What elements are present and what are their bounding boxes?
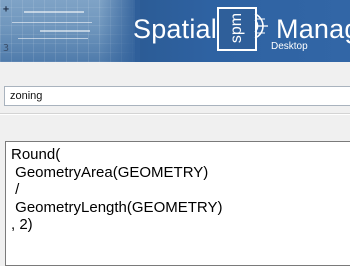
spacer-strip [0, 62, 350, 82]
map-line [12, 22, 92, 23]
map-glyph: 3 [3, 43, 10, 54]
app-banner: + 3 Spatial spm Manag Desktop [0, 0, 350, 62]
map-line [18, 38, 88, 39]
globe-icon [254, 13, 268, 39]
expression-text[interactable]: Round( GeometryArea(GEOMETRY) / Geometry… [6, 142, 350, 234]
map-line [40, 30, 90, 32]
expression-editor[interactable]: Round( GeometryArea(GEOMETRY) / Geometry… [5, 141, 350, 266]
name-input[interactable]: zoning [4, 86, 350, 106]
map-glyph: + [3, 4, 10, 15]
logo-text: spm [228, 12, 245, 44]
banner-subtitle: Desktop [271, 41, 308, 52]
spm-logo: spm [217, 7, 257, 51]
banner-title-right: Manag [276, 14, 350, 44]
banner-title-left: Spatial [133, 14, 217, 44]
divider-highlight [0, 114, 350, 115]
banner-map-image: + 3 [0, 0, 140, 62]
map-line [24, 11, 84, 13]
